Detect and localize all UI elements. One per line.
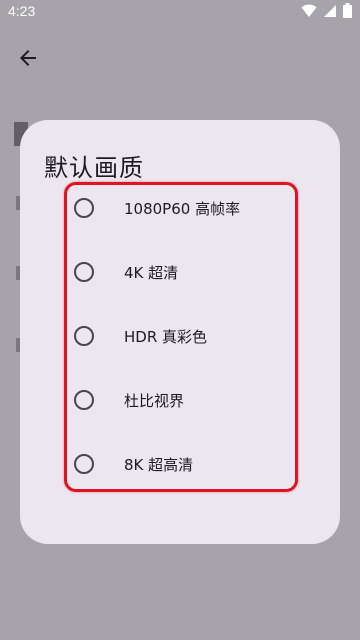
option-label: 8K 超高清 <box>124 456 194 474</box>
battery-icon <box>343 3 352 18</box>
quality-options-list: 1080P60 高帧率 4K 超清 HDR 真彩色 杜比视界 8K 超高清 <box>20 176 340 496</box>
default-quality-dialog: 默认画质 1080P60 高帧率 4K 超清 HDR 真彩色 杜比视界 8K 超… <box>20 120 340 544</box>
cellular-signal-icon <box>324 4 336 17</box>
radio-button[interactable] <box>74 390 94 410</box>
radio-button[interactable] <box>74 454 94 474</box>
quality-option[interactable]: 4K 超清 <box>20 240 340 304</box>
quality-option[interactable]: 1080P60 高帧率 <box>20 176 340 240</box>
radio-button[interactable] <box>74 198 94 218</box>
option-label: 1080P60 高帧率 <box>124 200 241 218</box>
option-label: 4K 超清 <box>124 264 179 282</box>
option-label: 杜比视界 <box>124 392 185 410</box>
quality-option[interactable]: HDR 真彩色 <box>20 304 340 368</box>
status-time: 4:23 <box>8 3 36 19</box>
back-arrow-icon[interactable] <box>16 46 40 70</box>
status-bar: 4:23 <box>0 0 360 24</box>
option-label: HDR 真彩色 <box>124 328 208 346</box>
quality-option[interactable]: 杜比视界 <box>20 368 340 432</box>
wifi-icon <box>301 4 317 17</box>
status-icons <box>301 3 352 18</box>
radio-button[interactable] <box>74 262 94 282</box>
quality-option[interactable]: 8K 超高清 <box>20 432 340 496</box>
radio-button[interactable] <box>74 326 94 346</box>
